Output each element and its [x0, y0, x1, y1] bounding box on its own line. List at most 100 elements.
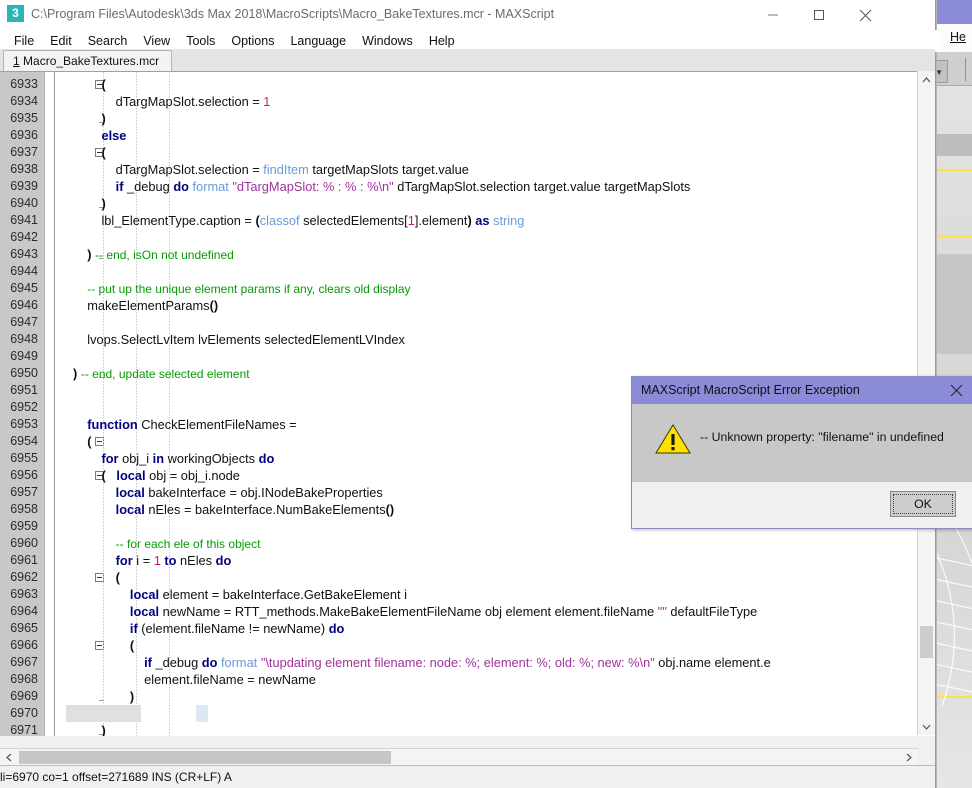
line-number: 6967 [10, 655, 38, 669]
line-number: 6964 [10, 604, 38, 618]
code-line[interactable]: function CheckElementFileNames = [73, 416, 296, 433]
tab-index: 1 [13, 54, 20, 68]
menu-language[interactable]: Language [282, 32, 354, 50]
dialog-close-button[interactable] [939, 377, 972, 404]
menu-view[interactable]: View [135, 32, 178, 50]
background-menu-help-label: He [950, 30, 966, 44]
minimize-icon [768, 14, 778, 16]
code-line[interactable]: for i = 1 to nEles do [73, 552, 232, 569]
code-line[interactable]: -- for each ele of this object [73, 535, 261, 552]
line-number: 6961 [10, 553, 38, 567]
dialog-body: -- Unknown property: "filename" in undef… [632, 404, 972, 482]
code-line[interactable]: if _debug do format "\tupdating element … [73, 654, 771, 671]
menu-options[interactable]: Options [223, 32, 282, 50]
code-line[interactable]: local element = bakeInterface.GetBakeEle… [73, 586, 407, 603]
maximize-icon [814, 10, 824, 20]
matching-brace-highlight [196, 705, 208, 722]
code-line[interactable]: ) [73, 688, 134, 705]
menu-help[interactable]: Help [421, 32, 463, 50]
line-number: 6933 [10, 77, 38, 91]
code-line[interactable]: if (element.fileName != newName) do [73, 620, 344, 637]
chevron-down-icon [922, 724, 931, 730]
menu-file[interactable]: File [6, 32, 42, 50]
menu-search[interactable]: Search [80, 32, 136, 50]
code-line[interactable]: else [73, 127, 126, 144]
line-number: 6946 [10, 298, 38, 312]
line-number: 6948 [10, 332, 38, 346]
scroll-down-arrow[interactable] [918, 718, 935, 735]
code-line[interactable]: if _debug do format "dTargMapSlot: % : %… [73, 178, 691, 195]
background-menu-help[interactable]: He [950, 30, 966, 44]
tab-macro-baketextures[interactable]: 1 Macro_BakeTextures.mcr [3, 50, 173, 72]
code-line[interactable]: lvops.SelectLvItem lvElements selectedEl… [73, 331, 405, 348]
code-line[interactable]: ) -- end, update selected element [73, 365, 250, 382]
code-line[interactable]: ) [73, 195, 105, 212]
tab-label: Macro_BakeTextures.mcr [23, 54, 160, 68]
code-line[interactable]: ( [73, 637, 134, 654]
code-line[interactable]: element.fileName = newName [73, 671, 316, 688]
code-line[interactable]: ) -- end, isOn not undefined [73, 246, 234, 263]
line-number: 6940 [10, 196, 38, 210]
code-line[interactable]: lbl_ElementType.caption = (classof selec… [73, 212, 524, 229]
line-number: 6942 [10, 230, 38, 244]
code-line[interactable]: ( [73, 76, 105, 93]
toolbar-divider [965, 58, 966, 81]
editor-horizontal-scrollbar[interactable] [0, 748, 918, 766]
line-number: 6956 [10, 468, 38, 482]
code-line[interactable]: -- put up the unique element params if a… [73, 280, 410, 297]
menu-tools[interactable]: Tools [178, 32, 223, 50]
code-line[interactable]: local bakeInterface = obj.INodeBakePrope… [73, 484, 383, 501]
selected-line-highlight [66, 705, 141, 722]
line-number: 6949 [10, 349, 38, 363]
window-titlebar[interactable]: 3 C:\Program Files\Autodesk\3ds Max 2018… [0, 0, 935, 30]
scroll-up-arrow[interactable] [918, 71, 935, 88]
tabbar: 1 Macro_BakeTextures.mcr [0, 49, 935, 72]
code-line[interactable]: dTargMapSlot.selection = findItem target… [73, 161, 469, 178]
line-number: 6963 [10, 587, 38, 601]
line-number: 6955 [10, 451, 38, 465]
code-line[interactable]: dTargMapSlot.selection = 1 [73, 93, 271, 110]
fold-margin[interactable] [45, 72, 104, 736]
code-line[interactable]: ) [73, 722, 105, 736]
line-number: 6971 [10, 723, 38, 736]
close-icon [859, 9, 871, 21]
dialog-message: -- Unknown property: "filename" in undef… [700, 430, 944, 444]
maximize-button[interactable] [796, 0, 842, 30]
code-line[interactable]: ( [73, 433, 91, 450]
line-number: 6953 [10, 417, 38, 431]
code-line[interactable]: local nEles = bakeInterface.NumBakeEleme… [73, 501, 394, 518]
line-number: 6945 [10, 281, 38, 295]
status-bar: li=6970 co=1 offset=271689 INS (CR+LF) A [0, 765, 935, 788]
line-number: 6957 [10, 485, 38, 499]
scroll-right-arrow[interactable] [900, 749, 917, 766]
ok-button[interactable]: OK [890, 491, 956, 517]
line-number: 6965 [10, 621, 38, 635]
line-number: 6950 [10, 366, 38, 380]
code-line[interactable]: ( [73, 569, 120, 586]
vertical-scroll-thumb[interactable] [920, 626, 933, 658]
code-line[interactable]: ( [73, 144, 105, 161]
line-number: 6939 [10, 179, 38, 193]
code-line[interactable]: makeElementParams() [73, 297, 218, 314]
line-number: 6969 [10, 689, 38, 703]
code-line[interactable]: ( local obj = obj_i.node [73, 467, 239, 484]
line-number: 6952 [10, 400, 38, 414]
line-number: 6954 [10, 434, 38, 448]
window-title: C:\Program Files\Autodesk\3ds Max 2018\M… [31, 7, 555, 21]
menu-windows[interactable]: Windows [354, 32, 421, 50]
dialog-title-text: MAXScript MacroScript Error Exception [641, 383, 860, 397]
horizontal-scroll-thumb[interactable] [19, 751, 391, 764]
minimize-button[interactable] [750, 0, 796, 30]
code-line[interactable]: local newName = RTT_methods.MakeBakeElem… [73, 603, 757, 620]
menu-edit[interactable]: Edit [42, 32, 80, 50]
close-button[interactable] [842, 0, 888, 30]
scroll-left-arrow[interactable] [0, 749, 17, 766]
line-number: 6944 [10, 264, 38, 278]
line-number: 6959 [10, 519, 38, 533]
line-number: 6970 [10, 706, 38, 720]
dialog-footer: OK [632, 482, 972, 528]
line-number: 6935 [10, 111, 38, 125]
code-line[interactable]: ) [73, 110, 105, 127]
code-line[interactable]: for obj_i in workingObjects do [73, 450, 274, 467]
dialog-titlebar[interactable]: MAXScript MacroScript Error Exception [632, 377, 972, 404]
